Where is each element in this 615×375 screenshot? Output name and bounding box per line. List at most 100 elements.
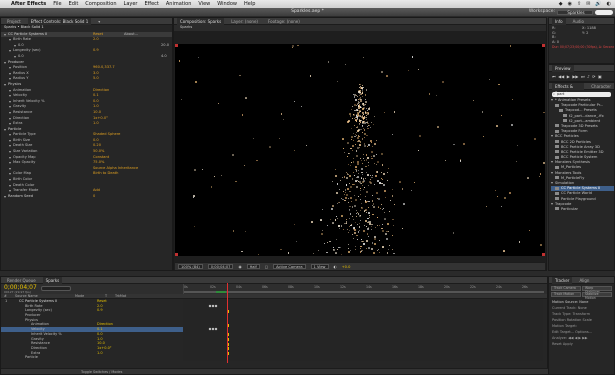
- tab-project[interactable]: Project: [4, 18, 24, 25]
- track-motion-button[interactable]: Track Motion: [551, 292, 581, 297]
- tab-audio[interactable]: Audio: [570, 18, 587, 25]
- twirl-icon[interactable]: [9, 39, 11, 42]
- twirl-icon[interactable]: [9, 139, 11, 142]
- tab-align[interactable]: Align: [576, 277, 592, 284]
- app-menu[interactable]: After Effects: [11, 1, 46, 7]
- tab-sparks-timeline[interactable]: Sparks: [42, 276, 63, 284]
- tab-effect-controls[interactable]: Effect Controls: Black Solid 1: [27, 17, 92, 25]
- workspace-select[interactable]: Sparkles: [557, 9, 593, 15]
- tray-icon[interactable]: ◐: [607, 1, 611, 7]
- twirl-icon[interactable]: [9, 100, 11, 103]
- toggle-switches-modes-button[interactable]: Toggle Switches / Modes: [81, 370, 122, 374]
- menu-animation[interactable]: Animation: [166, 1, 192, 7]
- tab-layer[interactable]: Layer: (none): [228, 18, 261, 25]
- ram-preview-icon[interactable]: ▣: [598, 74, 602, 79]
- track-camera-button[interactable]: Track Camera: [551, 286, 581, 291]
- menu-layer[interactable]: Layer: [124, 1, 138, 7]
- twirl-icon[interactable]: [9, 50, 11, 53]
- warp-stabilizer-button[interactable]: Warp Stabilizer: [582, 286, 612, 293]
- twirl-icon[interactable]: [4, 195, 6, 198]
- timeline-property-row[interactable]: Particle: [1, 355, 183, 360]
- twirl-icon[interactable]: [4, 128, 6, 131]
- menu-view[interactable]: View: [198, 1, 210, 7]
- tab-preview[interactable]: Preview: [552, 64, 574, 72]
- menu-help[interactable]: Help: [244, 1, 255, 7]
- menu-edit[interactable]: Edit: [69, 1, 79, 7]
- keyframe[interactable]: [214, 304, 218, 308]
- effects-search-input[interactable]: ⌕ part: [552, 91, 611, 97]
- snapshot-icon[interactable]: ◉: [238, 265, 241, 269]
- twirl-icon[interactable]: [14, 44, 16, 47]
- first-frame-icon[interactable]: ⏮: [552, 74, 556, 79]
- property-value[interactable]: 0: [93, 194, 95, 200]
- exposure-value[interactable]: +0.0: [342, 265, 351, 269]
- keyframe[interactable]: [214, 327, 218, 331]
- particle-spark: [258, 254, 260, 256]
- next-frame-icon[interactable]: ▶▶: [572, 74, 578, 79]
- tray-icon[interactable]: ◆: [559, 1, 563, 7]
- volume-icon[interactable]: 🔊: [595, 1, 601, 7]
- twirl-icon[interactable]: [9, 95, 11, 98]
- audio-icon[interactable]: ♪: [587, 74, 590, 79]
- tab-effects-presets[interactable]: Effects & Presets: [552, 82, 585, 96]
- time-ruler[interactable]: 0s 02s 04s 06s 08s 10s 12s 14s 16s 18s 20s 22s 24s 26…: [183, 284, 544, 294]
- current-time-indicator[interactable]: [227, 283, 228, 363]
- menu-effect[interactable]: Effect: [144, 1, 158, 7]
- twirl-icon[interactable]: [4, 33, 6, 36]
- tab-character[interactable]: Character: [588, 83, 614, 90]
- twirl-icon[interactable]: [9, 179, 11, 182]
- twirl-icon[interactable]: [9, 145, 11, 148]
- tab-render-queue[interactable]: Render Queue: [4, 277, 39, 284]
- twirl-icon[interactable]: [4, 83, 6, 86]
- previous-frame-icon[interactable]: ◀◀: [558, 74, 564, 79]
- tray-icon[interactable]: ◉: [568, 1, 572, 7]
- tray-icon[interactable]: ✉: [586, 1, 590, 7]
- twirl-icon[interactable]: [9, 106, 11, 109]
- effects-tree-item[interactable]: Particular: [551, 207, 614, 212]
- effect-property-row[interactable]: Random Seed 0: [1, 194, 172, 200]
- menu-file[interactable]: File: [53, 1, 61, 7]
- help-search-input[interactable]: [595, 9, 613, 15]
- twirl-icon[interactable]: [9, 78, 11, 81]
- twirl-icon[interactable]: [9, 190, 11, 193]
- work-area-bar[interactable]: [184, 291, 544, 293]
- timeline-track-area[interactable]: [183, 299, 543, 361]
- reset-apply-buttons[interactable]: Reset Apply: [549, 341, 614, 347]
- twirl-icon[interactable]: [9, 184, 11, 187]
- twirl-icon[interactable]: [9, 173, 11, 176]
- current-time-display[interactable]: 0;00;04;07: [207, 264, 234, 269]
- play-icon[interactable]: ▶: [567, 74, 570, 79]
- stabilize-motion-button[interactable]: Stabilize Motion: [582, 292, 612, 299]
- tab-footage[interactable]: Footage: (none): [265, 18, 303, 25]
- composition-viewer[interactable]: [175, 44, 545, 256]
- twirl-icon[interactable]: [9, 167, 11, 170]
- twirl-icon[interactable]: [9, 89, 11, 92]
- loop-icon[interactable]: ⟳: [592, 74, 595, 79]
- resolution-select[interactable]: Half: [246, 264, 260, 269]
- panel-menu-icon[interactable]: ▾: [95, 18, 103, 25]
- twirl-icon[interactable]: [9, 111, 11, 114]
- region-of-interest-icon[interactable]: ▢: [265, 265, 268, 269]
- exposure-icon[interactable]: ◐: [334, 265, 337, 269]
- last-frame-icon[interactable]: ⏭: [581, 74, 585, 79]
- timeline-search-input[interactable]: [41, 286, 71, 291]
- tab-info[interactable]: Info: [552, 17, 566, 25]
- twirl-icon[interactable]: [9, 123, 11, 126]
- twirl-icon[interactable]: [9, 134, 11, 137]
- twirl-icon[interactable]: [9, 162, 11, 165]
- twirl-icon[interactable]: [4, 61, 6, 64]
- tab-composition[interactable]: Composition: Sparks: [177, 17, 225, 25]
- magnification-select[interactable]: 100% (84): [178, 264, 203, 269]
- twirl-icon[interactable]: [9, 156, 11, 159]
- twirl-icon[interactable]: [14, 55, 16, 58]
- menu-window[interactable]: Window: [217, 1, 237, 7]
- twirl-icon[interactable]: [9, 72, 11, 75]
- camera-select[interactable]: Active Camera: [273, 264, 306, 269]
- twirl-icon[interactable]: [9, 117, 11, 120]
- menu-composition[interactable]: Composition: [85, 1, 116, 7]
- view-layout-select[interactable]: 1 View: [310, 264, 329, 269]
- twirl-icon[interactable]: [9, 151, 11, 154]
- tab-tracker[interactable]: Tracker: [552, 276, 573, 284]
- tray-icon[interactable]: ⇪: [577, 1, 581, 7]
- twirl-icon[interactable]: [9, 67, 11, 70]
